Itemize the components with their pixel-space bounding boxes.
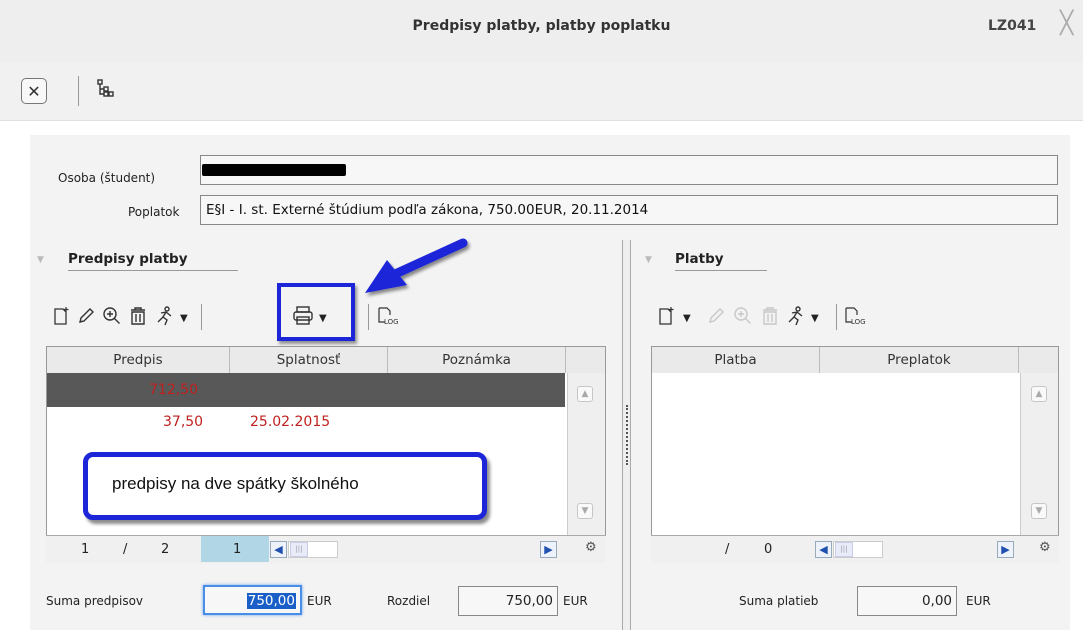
zoom-icon [733,306,753,330]
scroll-left-icon[interactable]: ◀ [815,541,832,558]
hierarchy-icon[interactable] [96,79,116,101]
new-dropdown-icon[interactable]: ▼ [683,313,691,324]
delete-icon[interactable] [128,306,148,330]
sum-platieb-value: 0,00 [921,593,952,609]
new-icon[interactable] [52,306,72,330]
column-header-platba[interactable]: Platba [652,347,820,373]
run-dropdown-icon[interactable]: ▼ [811,313,819,324]
rozdiel-unit: EUR [563,594,588,608]
sum-predpisov-unit: EUR [307,594,332,608]
toolbar-divider [836,304,837,330]
row1-predpis: 712,50 [149,382,198,398]
pager-sep: / [123,542,128,557]
window-code: LZ041 [988,18,1037,34]
rozdiel-label: Rozdiel [387,594,431,608]
title-underline [675,270,767,271]
rozdiel-field[interactable]: 750,00 [458,586,558,616]
sum-predpisov-label: Suma predpisov [46,594,144,608]
row2-splatnost: 25.02.2015 [250,414,331,430]
toolbar [0,62,1083,121]
scroll-down-icon[interactable]: ▼ [1031,503,1047,519]
scroll-right-icon[interactable]: ▶ [540,541,557,558]
settings-gear-icon[interactable]: ⚙ [585,540,597,555]
toolbar-divider [78,76,79,106]
edit-icon [706,306,726,330]
scroll-left-icon[interactable]: ◀ [270,541,287,558]
run-icon[interactable] [785,306,807,330]
redacted-name [202,164,346,176]
collapse-icon[interactable]: ▼ [645,255,652,265]
osoba-label: Osoba (študent) [58,171,156,185]
platby-panel-title: Platby [675,251,724,267]
scroll-down-icon[interactable]: ▼ [577,503,593,519]
predpisy-panel-title: Predpisy platby [68,251,188,267]
log-icon[interactable]: LOG [843,306,866,330]
pager-total: 0 [764,542,773,557]
scroll-up-icon[interactable]: ▲ [1031,386,1047,402]
splitter-handle[interactable] [626,405,629,465]
window-title: Predpisy platby, platby poplatku [412,18,671,34]
page-number: 1 [233,542,242,557]
run-icon[interactable] [154,306,176,330]
new-icon[interactable] [657,306,677,330]
annotation-callout-text: predpisy na dve spátky školného [112,474,359,493]
edit-icon[interactable] [76,306,96,330]
table-row[interactable] [47,373,565,407]
toolbar-divider [201,304,202,330]
collapse-icon[interactable]: ▼ [37,255,44,265]
close-button[interactable]: ✕ [21,78,47,104]
title-underline [68,270,238,271]
sum-platieb-unit: EUR [966,594,991,608]
window-close-icon[interactable]: ╳ [1060,13,1073,35]
sum-platieb-field[interactable]: 0,00 [857,586,957,616]
sum-predpisov-value: 750,00 [246,593,296,609]
row2-predpis: 37,50 [163,414,204,430]
pager-current: 1 [81,542,90,557]
scroll-thumb[interactable]: ||| [290,542,308,557]
platby-table [651,346,1059,536]
column-header-preplatok[interactable]: Preplatok [820,347,1019,373]
run-dropdown-icon[interactable]: ▼ [180,313,188,324]
column-header-filler [566,347,605,373]
column-header-splatnost[interactable]: Splatnosť [230,347,388,373]
svg-text:LOG: LOG [384,318,398,326]
annotation-arrow [365,238,468,293]
print-highlight-box [277,283,355,341]
scroll-up-icon[interactable]: ▲ [577,386,593,402]
column-header-predpis[interactable]: Predpis [47,347,230,373]
pager-total: 2 [161,542,170,557]
poplatok-value: E§I - I. st. Externé štúdium podľa zákon… [206,202,649,218]
svg-text:LOG: LOG [851,318,865,326]
column-header-filler [1019,347,1058,373]
delete-icon [760,306,780,330]
settings-gear-icon[interactable]: ⚙ [1039,540,1051,555]
zoom-icon[interactable] [102,306,122,330]
poplatok-label: Poplatok [128,205,180,219]
sum-predpisov-field[interactable]: 750,00 [203,585,302,615]
sum-platieb-label: Suma platieb [739,594,819,608]
pager-sep: / [725,542,730,557]
column-header-poznamka[interactable]: Poznámka [388,347,566,373]
scroll-thumb[interactable]: ||| [835,542,853,557]
rozdiel-value: 750,00 [505,593,553,609]
scroll-right-icon[interactable]: ▶ [997,541,1014,558]
